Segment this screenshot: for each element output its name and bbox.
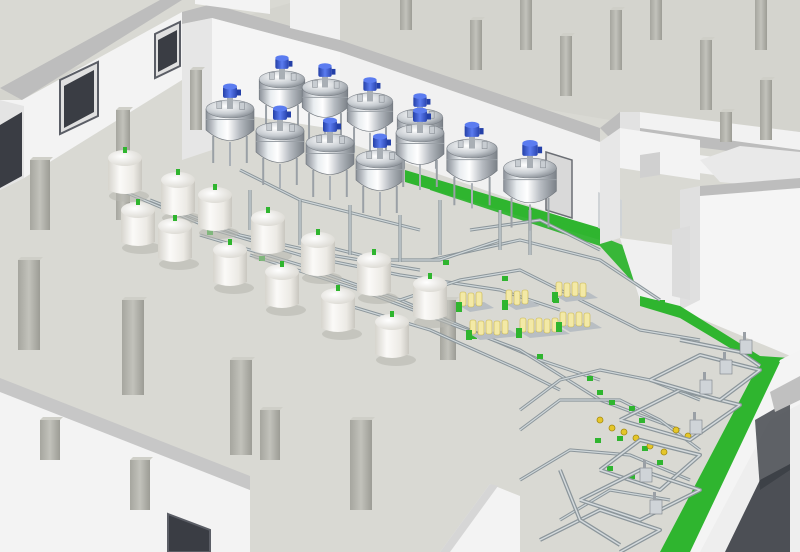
valve xyxy=(443,260,449,265)
factory-render xyxy=(0,0,800,552)
door xyxy=(0,112,22,188)
column xyxy=(260,407,283,460)
column xyxy=(230,357,255,455)
valve xyxy=(608,424,616,432)
valve xyxy=(595,438,601,443)
valve xyxy=(597,390,603,395)
valve xyxy=(587,376,593,381)
column xyxy=(30,157,53,230)
valve xyxy=(657,460,663,465)
valve xyxy=(537,354,543,359)
valve xyxy=(596,416,604,424)
valve xyxy=(620,428,628,436)
column xyxy=(350,417,375,510)
valve xyxy=(672,426,680,434)
valve xyxy=(660,448,668,456)
valve xyxy=(617,436,623,441)
factory-scene xyxy=(0,0,800,552)
valve xyxy=(629,406,635,411)
column xyxy=(18,257,43,350)
column xyxy=(130,457,153,510)
valve xyxy=(609,400,615,405)
valve xyxy=(607,466,613,471)
column xyxy=(122,297,147,395)
valve xyxy=(502,276,508,281)
column xyxy=(40,417,63,460)
valve xyxy=(639,418,645,423)
